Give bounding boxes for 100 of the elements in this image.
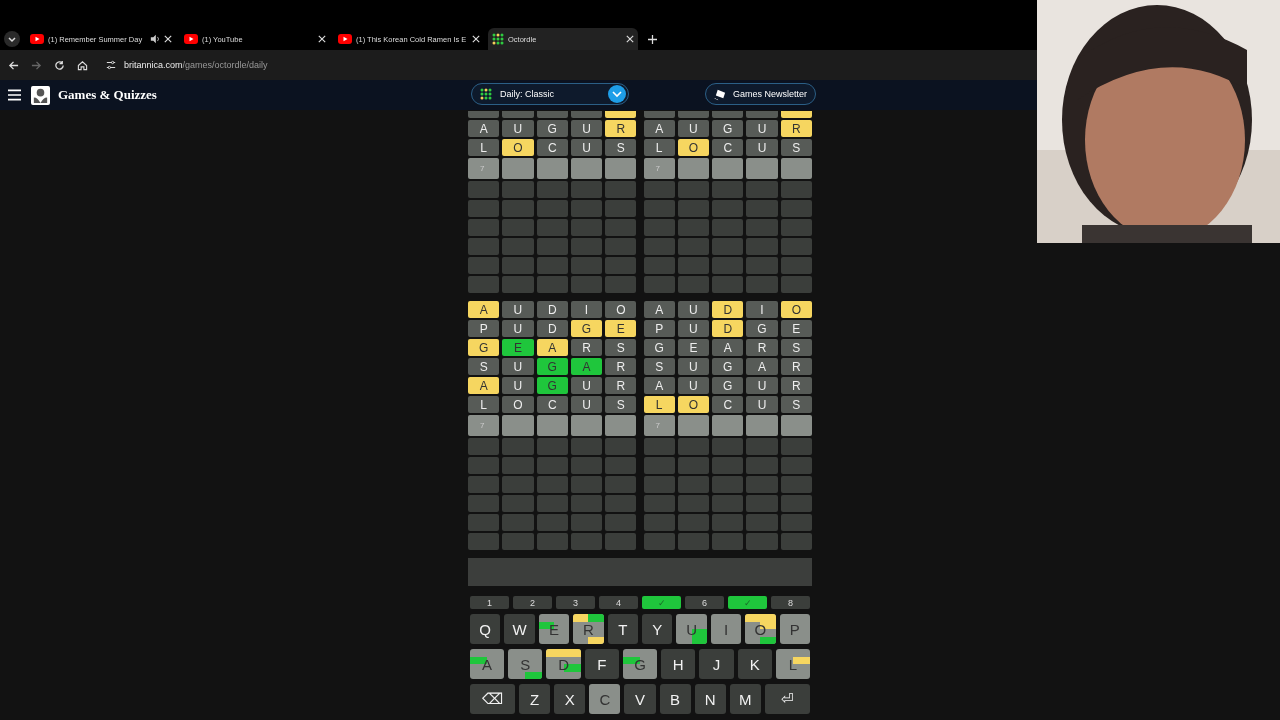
letter-tile: S (605, 139, 637, 156)
menu-icon[interactable] (8, 89, 21, 101)
letter-tile: L (643, 139, 675, 156)
letter-tile: O (502, 139, 534, 156)
letter-tile: U (570, 377, 603, 394)
empty-tile (468, 219, 500, 236)
letter-tile (746, 111, 778, 118)
letter-tile: A (643, 120, 675, 137)
letter-tile: S (780, 139, 812, 156)
grid-logo-icon (492, 33, 504, 45)
mode-dropdown[interactable]: Daily: Classic (471, 83, 629, 105)
input-tile (502, 158, 534, 179)
letter-tile: A (570, 358, 603, 375)
keyboard-key[interactable]: N (694, 684, 726, 714)
board-tab[interactable]: 3 (556, 596, 595, 609)
letter-tile: G (468, 339, 500, 356)
close-icon[interactable] (472, 35, 480, 43)
home-icon[interactable] (77, 59, 88, 71)
board-tab[interactable]: 2 (513, 596, 552, 609)
keyboard-key[interactable]: ⌫ (470, 684, 516, 714)
keyboard-key[interactable]: Y (642, 614, 673, 644)
letter-tile: R (605, 377, 637, 394)
keyboard-key[interactable]: R (573, 614, 604, 644)
site-settings-icon[interactable] (106, 60, 116, 70)
keyboard-key[interactable]: Q (470, 614, 501, 644)
keyboard-key[interactable]: L (775, 649, 810, 679)
keyboard-key[interactable]: A (470, 649, 505, 679)
letter-tile: O (502, 396, 534, 413)
keyboard-key[interactable]: M (729, 684, 761, 714)
letter-tile: E (502, 339, 534, 356)
empty-tile (780, 514, 812, 531)
letter-tile: U (502, 320, 534, 337)
board-tab[interactable]: 6 (685, 596, 724, 609)
input-tile (570, 415, 603, 436)
keyboard-key[interactable]: J (699, 649, 734, 679)
letter-tile: R (605, 358, 637, 375)
empty-tile (643, 257, 675, 274)
keyboard-key[interactable]: P (779, 614, 811, 644)
letter-tile: D (712, 320, 744, 337)
video-logo-icon (338, 34, 352, 44)
keyboard-key[interactable]: I (710, 614, 742, 644)
letter-tile: A (468, 120, 500, 137)
empty-tile (468, 238, 500, 255)
reload-icon[interactable] (54, 59, 65, 71)
keyboard-key[interactable]: K (737, 649, 772, 679)
letter-tile: G (643, 339, 675, 356)
empty-tile (468, 476, 500, 493)
back-icon[interactable] (8, 59, 19, 71)
empty-tile (502, 257, 534, 274)
empty-tile (712, 238, 744, 255)
close-icon[interactable] (626, 35, 634, 43)
keyboard-key[interactable]: B (659, 684, 691, 714)
letter-tile: U (677, 301, 710, 318)
empty-tile (746, 238, 778, 255)
keyboard-key[interactable]: F (584, 649, 619, 679)
empty-tile (570, 219, 603, 236)
keyboard-key[interactable]: U (676, 614, 707, 644)
input-tile (677, 158, 710, 179)
empty-tile (712, 438, 744, 455)
keyboard-key[interactable]: ⏎ (764, 684, 810, 714)
logo-icon[interactable] (31, 85, 50, 105)
board-tab[interactable]: 1 (470, 596, 509, 609)
new-tab-icon[interactable] (648, 34, 657, 44)
letter-tile (605, 111, 637, 118)
keyboard-key[interactable]: H (661, 649, 696, 679)
empty-tile (712, 219, 744, 236)
empty-tile (780, 276, 812, 293)
site-title[interactable]: Games & Quizzes (58, 87, 157, 103)
empty-tile (643, 495, 675, 512)
newsletter-button[interactable]: Games Newsletter (705, 83, 817, 105)
board-tab[interactable]: 8 (771, 596, 810, 609)
letter-tile: E (780, 320, 812, 337)
empty-tile (536, 495, 568, 512)
tab-list-icon[interactable] (4, 31, 20, 47)
keyboard-key[interactable]: V (624, 684, 656, 714)
letter-tile: U (677, 377, 710, 394)
keyboard-key[interactable]: C (589, 684, 621, 714)
empty-tile (502, 514, 534, 531)
keyboard-key[interactable]: D (546, 649, 581, 679)
close-icon[interactable] (318, 35, 326, 43)
keyboard-key[interactable]: T (607, 614, 639, 644)
keyboard-key[interactable]: E (538, 614, 570, 644)
empty-tile (712, 495, 744, 512)
keyboard-key[interactable]: G (622, 649, 658, 679)
keyboard-key[interactable]: W (504, 614, 535, 644)
empty-tile (712, 457, 744, 474)
board-tab[interactable]: 4 (599, 596, 638, 609)
empty-tile (643, 457, 675, 474)
speaker-icon[interactable] (150, 34, 160, 44)
letter-tile: R (605, 120, 637, 137)
letter-tile: A (468, 301, 500, 318)
empty-tile (746, 457, 778, 474)
keyboard-key[interactable]: X (554, 684, 586, 714)
keyboard-key[interactable]: S (508, 649, 543, 679)
close-icon[interactable] (164, 35, 172, 43)
keyboard-key[interactable]: O (745, 614, 776, 644)
letter-tile: S (780, 339, 812, 356)
empty-tile (536, 476, 568, 493)
letter-tile: D (536, 301, 568, 318)
keyboard-key[interactable]: Z (519, 684, 551, 714)
